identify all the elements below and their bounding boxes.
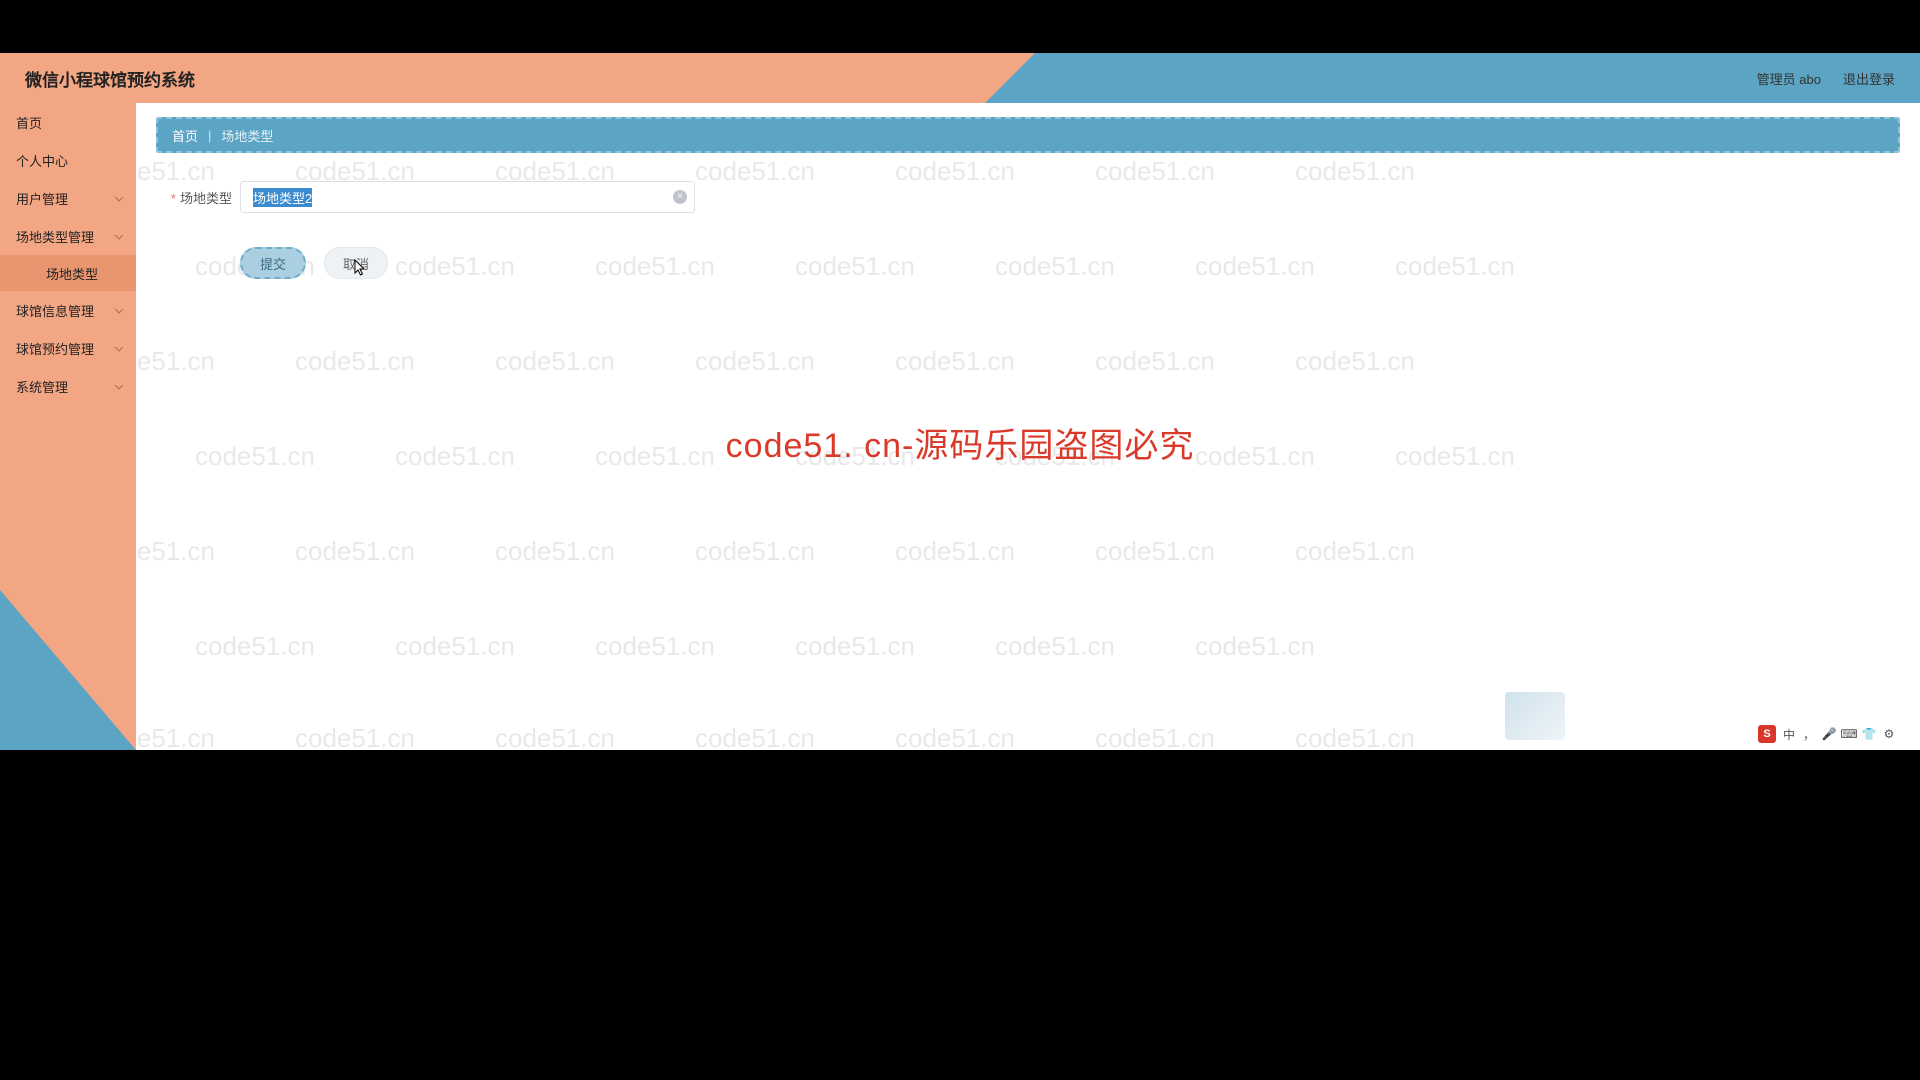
ime-settings-icon[interactable]: ⚙ — [1882, 727, 1896, 741]
ime-mic-icon[interactable]: 🎤 — [1822, 727, 1836, 741]
sidebar-item-label: 用户管理 — [16, 189, 68, 208]
sidebar-item-user-mgmt[interactable]: 用户管理 — [0, 179, 136, 217]
form-label-venue-type: *场地类型 — [164, 188, 232, 207]
ime-brand-icon[interactable]: S — [1758, 725, 1776, 743]
decorative-graphic — [1505, 692, 1565, 740]
main-content: 首页 | 场地类型 *场地类型 × 提交 — [136, 103, 1920, 750]
ime-toolbar[interactable]: S 中 ， 🎤 ⌨ 👕 ⚙ — [1754, 723, 1900, 745]
sidebar-item-label: 球馆预约管理 — [16, 339, 94, 358]
sidebar-item-venue-type-mgmt[interactable]: 场地类型管理 — [0, 217, 136, 255]
sidebar-subitem-venue-type[interactable]: 场地类型 — [0, 255, 136, 291]
sidebar-item-home[interactable]: 首页 — [0, 103, 136, 141]
sidebar-item-stadium-info-mgmt[interactable]: 球馆信息管理 — [0, 291, 136, 329]
submit-button[interactable]: 提交 — [240, 247, 306, 279]
sidebar-item-profile[interactable]: 个人中心 — [0, 141, 136, 179]
cancel-button-label: 取消 — [343, 254, 369, 273]
form-row-venue-type: *场地类型 × — [164, 181, 1900, 213]
ime-skin-icon[interactable]: 👕 — [1862, 727, 1876, 741]
sidebar-item-stadium-booking-mgmt[interactable]: 球馆预约管理 — [0, 329, 136, 367]
ime-keyboard-icon[interactable]: ⌨ — [1842, 727, 1856, 741]
submit-button-label: 提交 — [260, 254, 286, 273]
breadcrumb-separator: | — [208, 128, 211, 143]
app-title: 微信小程球馆预约系统 — [25, 66, 195, 91]
sidebar-item-label: 场地类型管理 — [16, 227, 94, 246]
sidebar-item-label: 球馆信息管理 — [16, 301, 94, 320]
clear-input-icon[interactable]: × — [673, 190, 687, 204]
sidebar-item-label: 首页 — [16, 113, 42, 132]
breadcrumb-current: 场地类型 — [221, 126, 273, 145]
sidebar: 首页 个人中心 用户管理 场地类型管理 场地类型 球馆信息管理 球馆预约管理 系… — [0, 103, 136, 750]
venue-type-input[interactable] — [240, 181, 695, 213]
cancel-button[interactable]: 取消 — [324, 247, 388, 279]
sidebar-item-label: 个人中心 — [16, 151, 68, 170]
admin-user-link[interactable]: 管理员 abo — [1757, 69, 1821, 88]
sidebar-subitem-label: 场地类型 — [46, 264, 98, 283]
sidebar-item-label: 系统管理 — [16, 377, 68, 396]
ime-punct-icon[interactable]: ， — [1802, 727, 1816, 741]
sidebar-item-system-mgmt[interactable]: 系统管理 — [0, 367, 136, 405]
breadcrumb-home[interactable]: 首页 — [172, 126, 198, 145]
sidebar-decoration — [0, 590, 136, 750]
app-header: 微信小程球馆预约系统 管理员 abo 退出登录 — [0, 53, 1920, 103]
logout-link[interactable]: 退出登录 — [1843, 69, 1895, 88]
ime-mode-icon[interactable]: 中 — [1782, 727, 1796, 741]
breadcrumb: 首页 | 场地类型 — [156, 117, 1900, 153]
